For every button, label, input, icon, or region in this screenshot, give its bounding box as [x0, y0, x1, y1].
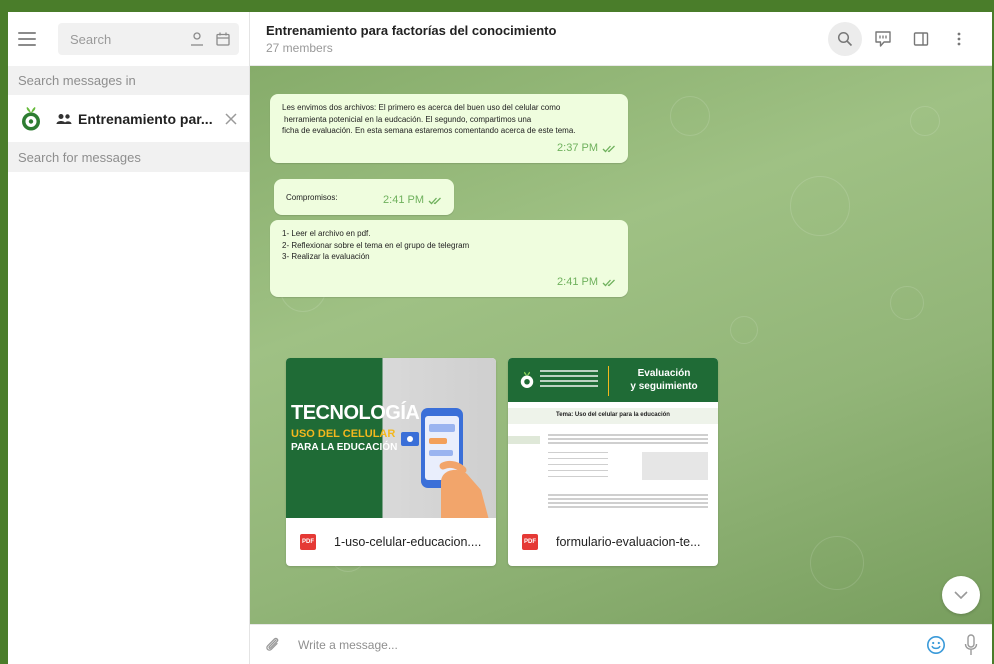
- more-button[interactable]: [942, 22, 976, 56]
- wallpaper-doodle: [730, 316, 758, 344]
- chat-bubble-icon: [875, 30, 891, 47]
- document-card[interactable]: TECNOLOGÍA USO DEL CELULAR PARA LA EDUCA…: [286, 358, 496, 566]
- cover-text-lines: [548, 434, 708, 436]
- cover-title: y seguimiento: [630, 381, 698, 392]
- scroll-down-button[interactable]: [942, 576, 980, 614]
- document-name[interactable]: 1-uso-celular-educacion....: [334, 535, 481, 549]
- chat-avatar-icon: [22, 106, 40, 130]
- message-time: 2:41 PM: [557, 275, 598, 288]
- search-input[interactable]: Search: [58, 23, 239, 55]
- message-line: herramienta potenicial en la eudcación. …: [284, 114, 532, 124]
- calendar-icon[interactable]: [215, 31, 231, 47]
- menu-icon[interactable]: [18, 27, 42, 51]
- sidebar-topbar: Search: [8, 12, 249, 66]
- cover-subtitle: USO DEL CELULAR: [291, 428, 396, 440]
- document-footer: PDF 1-uso-celular-educacion....: [286, 518, 496, 566]
- chat-panel: Entrenamiento para factorías del conocim…: [250, 12, 992, 664]
- wallpaper-doodle: [790, 176, 850, 236]
- microphone-icon[interactable]: [964, 633, 978, 656]
- document-footer: PDF formulario-evaluacion-te...: [508, 518, 718, 566]
- message-input[interactable]: Write a message...: [298, 638, 908, 652]
- cover-footer: [286, 502, 382, 518]
- phone-illustration: [401, 408, 489, 518]
- document-thumbnail: TECNOLOGÍA USO DEL CELULAR PARA LA EDUCA…: [286, 358, 496, 518]
- search-button[interactable]: [828, 21, 862, 56]
- sidebar: Search Search messages in Entrenamiento …: [8, 12, 250, 664]
- message-line: Compromisos:: [286, 193, 338, 203]
- search-placeholder: Search: [70, 31, 112, 47]
- double-check-icon: [602, 145, 615, 153]
- search-for-messages[interactable]: Search for messages: [8, 142, 249, 172]
- topics-button[interactable]: [866, 22, 900, 56]
- pdf-icon: PDF: [522, 534, 538, 550]
- message-time: 2:41 PM: [383, 194, 424, 206]
- message-bubble[interactable]: Les envimos dos archivos: El primero es …: [270, 94, 628, 163]
- chat-item-selected[interactable]: Entrenamiento par...: [8, 95, 249, 142]
- wallpaper-doodle: [890, 286, 924, 320]
- message-line: 3- Realizar la evaluación: [282, 252, 370, 262]
- composer: Write a message...: [250, 624, 992, 664]
- emoji-icon[interactable]: [926, 635, 946, 655]
- cover-text-lines: [548, 494, 708, 496]
- wallpaper-doodle: [910, 106, 940, 136]
- cover-header: [508, 358, 718, 402]
- cover-subtitle: PARA LA EDUCACIÓN: [291, 442, 398, 453]
- chat-title[interactable]: Entrenamiento para factorías del conocim…: [266, 23, 824, 38]
- panel-icon: [913, 31, 929, 46]
- close-icon[interactable]: [223, 111, 239, 127]
- message-bubble[interactable]: 1- Leer el archivo en pdf. 2- Reflexiona…: [270, 220, 628, 297]
- cover-title: Evaluación: [637, 368, 691, 379]
- sidebar-toggle-button[interactable]: [904, 22, 938, 56]
- telegram-window: Search Search messages in Entrenamiento …: [8, 12, 992, 664]
- wallpaper-doodle: [670, 96, 710, 136]
- member-count: 27 members: [266, 40, 333, 55]
- cover-topic: Tema: Uso del celular para la educación: [556, 412, 670, 418]
- document-card[interactable]: Evaluación y seguimiento Tema: Uso del c…: [508, 358, 718, 566]
- wallpaper-doodle: [810, 536, 864, 590]
- message-line: 1- Leer el archivo en pdf.: [282, 229, 371, 238]
- more-vertical-icon: [957, 32, 961, 45]
- group-icon: [56, 113, 72, 124]
- chat-name: Entrenamiento par...: [78, 110, 213, 127]
- cover-logo-icon: [520, 371, 534, 388]
- message-line: Les envimos dos archivos: El primero es …: [282, 103, 561, 112]
- cover-exercise-tab: [508, 436, 540, 444]
- message-line: ficha de evaluación. En esta semana esta…: [282, 126, 576, 136]
- cover-divider: [608, 366, 609, 396]
- document-thumbnail: Evaluación y seguimiento Tema: Uso del c…: [508, 358, 718, 518]
- attach-icon[interactable]: [264, 636, 282, 654]
- search-in-label: Search messages in: [8, 66, 249, 95]
- message-line: 2- Reflexionar sobre el tema en el grupo…: [282, 240, 470, 250]
- user-filter-icon[interactable]: [189, 31, 205, 47]
- cover-fineprint: [540, 370, 598, 372]
- cover-answer-box: [642, 452, 708, 480]
- message-bubble[interactable]: Compromisos: 2:41 PM: [274, 179, 454, 215]
- search-icon: [837, 31, 853, 46]
- message-list[interactable]: Les envimos dos archivos: El primero es …: [250, 66, 992, 624]
- message-time: 2:37 PM: [557, 141, 598, 154]
- pdf-icon: PDF: [300, 534, 316, 550]
- cover-answer-lines: [548, 452, 608, 453]
- document-name[interactable]: formulario-evaluacion-te...: [556, 535, 701, 549]
- double-check-icon: [602, 279, 615, 287]
- chevron-down-icon: [954, 591, 968, 599]
- chat-header: Entrenamiento para factorías del conocim…: [250, 12, 992, 66]
- double-check-icon: [428, 197, 441, 205]
